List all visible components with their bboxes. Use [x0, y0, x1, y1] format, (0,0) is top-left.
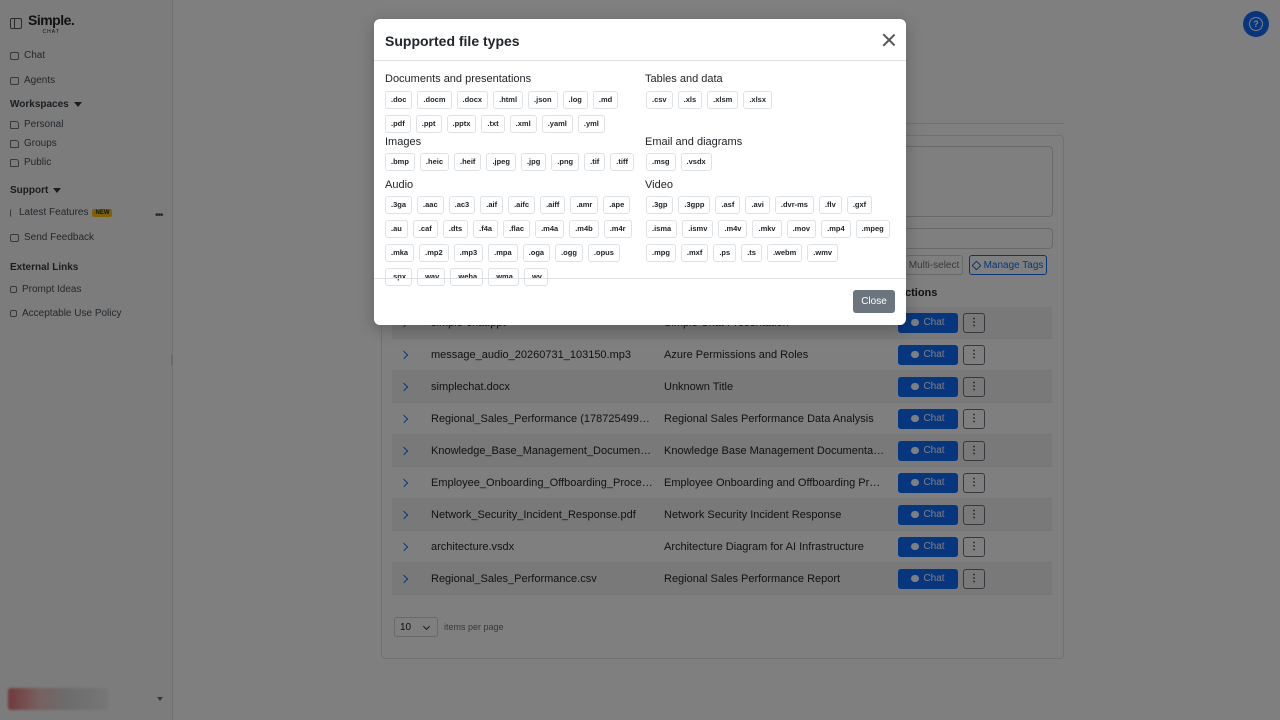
- group-title-tables: Tables and data: [645, 73, 723, 85]
- file-type-badge: .yml: [577, 115, 605, 133]
- tag-list-video: .3gp .3gpp .asf .avi .dvr-ms .flv .gxf .isma .is…: [646, 196, 896, 262]
- group-title-email: Email and diagrams: [645, 136, 743, 148]
- file-type-badge: .msg: [646, 153, 676, 171]
- group-title-images: Images: [385, 136, 422, 148]
- file-type-badge: .json: [528, 91, 558, 109]
- file-type-badge: .m4r: [603, 220, 632, 238]
- file-type-badge: .ts: [741, 244, 762, 262]
- file-type-badge: .xlsm: [707, 91, 739, 109]
- file-type-badge: .ps: [713, 244, 737, 262]
- file-type-badge: .csv: [646, 91, 673, 109]
- file-type-badge: .tiff: [610, 153, 634, 171]
- file-type-badge: .f4a: [473, 220, 499, 238]
- file-type-badge: .m4v: [718, 220, 748, 238]
- tag-list-audio: .3ga .aac .ac3 .aif .aifc .aiff .amr .ape .au .ca…: [385, 196, 635, 286]
- file-type-badge: .avi: [745, 196, 770, 214]
- file-type-badge: .docm: [417, 91, 452, 109]
- file-type-badge: .m4a: [535, 220, 565, 238]
- file-type-badge: .m4b: [569, 220, 599, 238]
- file-type-badge: .aac: [417, 196, 444, 214]
- file-type-badge: .flac: [503, 220, 531, 238]
- file-type-badge: .ape: [603, 196, 631, 214]
- file-type-badge: .yaml: [541, 115, 573, 133]
- file-type-badge: .isma: [646, 220, 678, 238]
- file-type-badge: .heif: [454, 153, 482, 171]
- file-type-badge: .3ga: [385, 196, 413, 214]
- file-type-badge: .pptx: [446, 115, 477, 133]
- file-type-badge: .flv: [818, 196, 842, 214]
- file-type-badge: .mpg: [646, 244, 676, 262]
- file-type-badge: .html: [493, 91, 524, 109]
- file-type-badge: .asf: [715, 196, 741, 214]
- file-type-badge: .tif: [584, 153, 606, 171]
- file-type-badge: .mp2: [419, 244, 449, 262]
- tag-list-images: .bmp .heic .heif .jpeg .jpg .png .tif .tiff: [385, 153, 635, 171]
- file-type-badge: .ppt: [415, 115, 442, 133]
- file-type-badge: .xml: [509, 115, 537, 133]
- file-type-badge: .mp3: [453, 244, 484, 262]
- file-type-badge: .txt: [481, 115, 505, 133]
- file-type-badge: .gxf: [846, 196, 873, 214]
- group-title-documents: Documents and presentations: [385, 73, 532, 85]
- file-type-badge: .webm: [766, 244, 803, 262]
- file-type-badge: .aif: [480, 196, 504, 214]
- file-type-badge: .caf: [412, 220, 438, 238]
- file-type-badge: .xlsx: [743, 91, 772, 109]
- group-title-video: Video: [645, 179, 673, 191]
- file-type-badge: .md: [592, 91, 619, 109]
- file-type-badge: .opus: [587, 244, 620, 262]
- file-type-badge: .spx: [385, 268, 413, 286]
- file-type-badge: .aifc: [508, 196, 536, 214]
- tag-list-documents: .doc .docm .docx .html .json .log .md .pdf .ppt.…: [385, 91, 635, 133]
- file-type-badge: .vsdx: [680, 153, 712, 171]
- file-type-badge: .doc: [385, 91, 413, 109]
- tag-list-tables: .csv .xls .xlsm .xlsx: [646, 91, 896, 109]
- file-type-badge: .heic: [419, 153, 450, 171]
- file-type-badge: .ac3: [448, 196, 476, 214]
- file-type-badge: .wma: [488, 268, 519, 286]
- file-type-badge: .dvr-ms: [774, 196, 814, 214]
- modal-header: Supported file types: [374, 19, 906, 61]
- file-type-badge: .3gp: [646, 196, 674, 214]
- file-type-badge: .jpeg: [486, 153, 516, 171]
- file-type-badge: .png: [551, 153, 580, 171]
- file-type-badge: .ismv: [682, 220, 714, 238]
- file-type-badge: .mpeg: [855, 220, 890, 238]
- file-type-badge: .mov: [786, 220, 817, 238]
- file-type-badge: .dts: [442, 220, 469, 238]
- close-button[interactable]: Close: [853, 290, 895, 313]
- group-title-audio: Audio: [385, 179, 414, 191]
- file-type-badge: .xls: [677, 91, 703, 109]
- file-type-badge: .au: [385, 220, 408, 238]
- file-type-badge: .pdf: [385, 115, 411, 133]
- file-type-badge: .oga: [522, 244, 551, 262]
- file-type-badge: .mkv: [752, 220, 782, 238]
- supported-file-types-modal: Supported file types Documents and prese…: [374, 19, 906, 325]
- file-type-badge: .mxf: [680, 244, 709, 262]
- modal-footer-divider: [374, 278, 906, 279]
- file-type-badge: .mp4: [821, 220, 851, 238]
- close-icon[interactable]: [881, 32, 897, 48]
- file-type-badge: .3gpp: [678, 196, 711, 214]
- file-type-badge: .wmv: [807, 244, 839, 262]
- tag-list-email: .msg .vsdx: [646, 153, 896, 171]
- file-type-badge: .wv: [523, 268, 548, 286]
- file-type-badge: .bmp: [385, 153, 415, 171]
- file-type-badge: .amr: [570, 196, 599, 214]
- file-type-badge: .mpa: [488, 244, 518, 262]
- modal-title: Supported file types: [385, 33, 520, 49]
- file-type-badge: .mka: [385, 244, 415, 262]
- file-type-badge: .wav: [417, 268, 446, 286]
- file-type-badge: .weba: [450, 268, 484, 286]
- file-type-badge: .log: [562, 91, 588, 109]
- file-type-badge: .docx: [456, 91, 489, 109]
- file-type-badge: .ogg: [555, 244, 583, 262]
- file-type-badge: .aiff: [540, 196, 566, 214]
- file-type-badge: .jpg: [520, 153, 547, 171]
